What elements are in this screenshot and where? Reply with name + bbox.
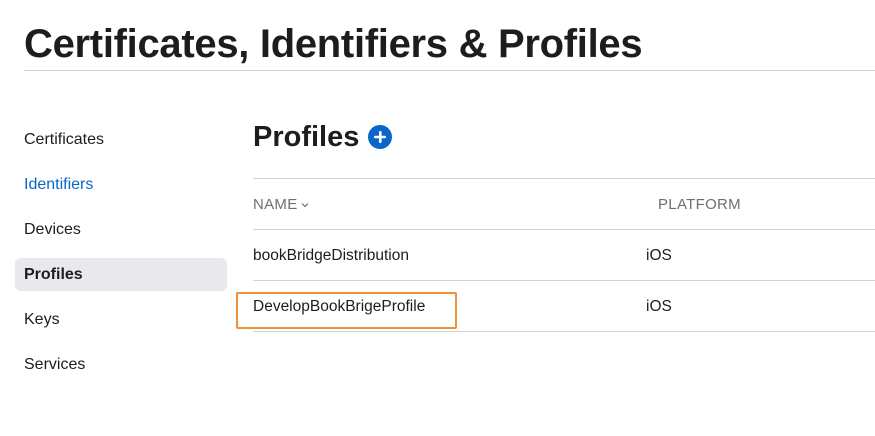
profile-platform: iOS	[646, 298, 672, 315]
profile-name-link[interactable]: bookBridgeDistribution	[253, 230, 409, 281]
section-header: Profiles	[253, 114, 875, 160]
profile-platform: iOS	[646, 247, 672, 264]
table-row[interactable]: DevelopBookBrigeProfile iOS	[253, 281, 875, 332]
sidebar-item-certificates[interactable]: Certificates	[15, 123, 227, 156]
plus-circle-icon	[374, 131, 387, 143]
chevron-down-icon	[300, 180, 310, 231]
profile-name-link[interactable]: DevelopBookBrigeProfile	[253, 281, 425, 332]
table-row[interactable]: bookBridgeDistribution iOS	[253, 230, 875, 281]
page-title: Certificates, Identifiers & Profiles	[24, 22, 643, 66]
name-column-header[interactable]: NAME	[253, 179, 310, 231]
platform-column-header: PLATFORM	[658, 196, 741, 213]
profile-name[interactable]: DevelopBookBrigeProfile	[253, 298, 425, 315]
profile-name[interactable]: bookBridgeDistribution	[253, 247, 409, 264]
name-column-label: NAME	[253, 196, 298, 213]
main-content: Profiles NAME PLATFORM bookBridgeDistrib…	[253, 114, 875, 332]
sidebar-item-devices[interactable]: Devices	[15, 213, 227, 246]
sidebar-item-keys[interactable]: Keys	[15, 303, 227, 336]
sidebar: Certificates Identifiers Devices Profile…	[15, 123, 227, 393]
add-profile-button[interactable]	[368, 125, 393, 149]
table-header-row: NAME PLATFORM	[253, 179, 875, 230]
sidebar-item-profiles[interactable]: Profiles	[15, 258, 227, 291]
section-title: Profiles	[253, 121, 360, 153]
title-divider	[24, 70, 875, 71]
profiles-table: NAME PLATFORM bookBridgeDistribution iOS…	[253, 178, 875, 332]
sidebar-item-services[interactable]: Services	[15, 348, 227, 381]
sidebar-item-identifiers[interactable]: Identifiers	[15, 168, 227, 201]
